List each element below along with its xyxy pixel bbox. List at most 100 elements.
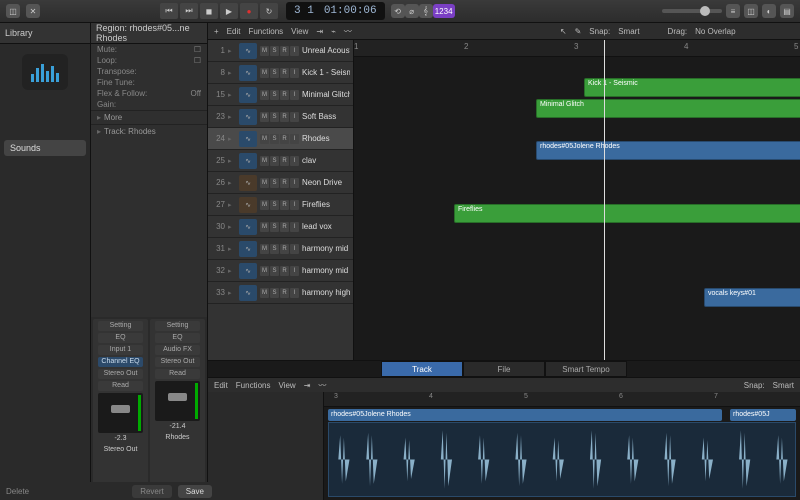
loops-icon[interactable]: ◐ — [762, 4, 776, 18]
editor-region-name[interactable]: rhodes#05Jolene Rhodes — [328, 409, 722, 421]
close-panel-icon[interactable]: ✕ — [26, 4, 40, 18]
solo-button[interactable]: S — [270, 266, 279, 276]
mute-button[interactable]: M — [260, 112, 269, 122]
region[interactable]: vocals keys#01 — [704, 288, 800, 307]
disclosure-icon[interactable]: ▸ — [228, 289, 236, 297]
patch-icon[interactable] — [22, 54, 68, 90]
browser-icon[interactable]: ▤ — [780, 4, 794, 18]
solo-button[interactable]: S — [270, 244, 279, 254]
audio-fx-slot[interactable]: Audio FX — [155, 345, 201, 355]
mute-button[interactable]: M — [260, 244, 269, 254]
stop-button[interactable]: ◼ — [200, 3, 218, 19]
eq-slot[interactable]: EQ — [98, 333, 144, 343]
solo-button[interactable]: S — [270, 90, 279, 100]
record-enable-button[interactable]: R — [280, 134, 289, 144]
mute-button[interactable]: M — [260, 90, 269, 100]
metronome-icon[interactable]: 1234 — [433, 4, 455, 18]
record-enable-button[interactable]: R — [280, 178, 289, 188]
track-name[interactable]: lead vox — [302, 222, 350, 231]
mute-button[interactable]: M — [260, 200, 269, 210]
solo-button[interactable]: S — [270, 134, 279, 144]
list-editors-icon[interactable]: ≡ — [726, 4, 740, 18]
track-icon[interactable]: ∿ — [239, 65, 257, 81]
flex-icon[interactable]: 〰 — [318, 380, 326, 391]
solo-button[interactable]: S — [270, 200, 279, 210]
solo-button[interactable]: S — [270, 288, 279, 298]
lcd-display[interactable]: 3 1 01:00:06 — [286, 2, 385, 20]
bar-ruler[interactable]: 12345 — [354, 40, 800, 57]
disclosure-icon[interactable]: ▸ — [228, 91, 236, 99]
mute-button[interactable]: M — [260, 156, 269, 166]
track-header[interactable]: 31 ▸ ∿ MSRI harmony mid — [208, 238, 353, 260]
mute-button[interactable]: M — [260, 68, 269, 78]
solo-button[interactable]: S — [270, 68, 279, 78]
track-icon[interactable]: ∿ — [239, 87, 257, 103]
editor-region-next[interactable]: rhodes#05J — [730, 409, 796, 421]
disclosure-icon[interactable]: ▸ — [228, 69, 236, 77]
track-header[interactable]: 27 ▸ ∿ MSRI Fireflies — [208, 194, 353, 216]
track-name[interactable]: harmony mid 2 — [302, 266, 350, 275]
input-monitor-button[interactable]: I — [290, 244, 299, 254]
rewind-button[interactable]: ⏮ — [160, 3, 178, 19]
mute-button[interactable]: M — [260, 46, 269, 56]
track-name[interactable]: clav — [302, 156, 350, 165]
track-name[interactable]: harmony mid — [302, 244, 350, 253]
sounds-tab[interactable]: Sounds — [4, 140, 86, 156]
setting-slot[interactable]: Setting — [155, 321, 201, 331]
track-header[interactable]: 32 ▸ ∿ MSRI harmony mid 2 — [208, 260, 353, 282]
track-icon[interactable]: ∿ — [239, 219, 257, 235]
disclosure-icon[interactable]: ▸ — [228, 245, 236, 253]
flex-value[interactable]: Off — [190, 89, 201, 98]
solo-button[interactable]: S — [270, 178, 279, 188]
track-header[interactable]: 30 ▸ ∿ MSRI lead vox — [208, 216, 353, 238]
region[interactable]: Kick 1 - Seismic — [584, 78, 800, 97]
output-slot[interactable]: Stereo Out — [98, 369, 144, 379]
flex-icon[interactable]: 〰 — [344, 26, 352, 37]
input-monitor-button[interactable]: I — [290, 200, 299, 210]
ed-snap-value[interactable]: Smart — [773, 381, 794, 390]
track-icon[interactable]: ∿ — [239, 241, 257, 257]
disclosure-icon[interactable]: ▸ — [228, 47, 236, 55]
solo-button[interactable]: S — [270, 222, 279, 232]
count-in-icon[interactable]: 𝄞 — [419, 4, 433, 18]
mute-button[interactable]: M — [260, 266, 269, 276]
ed-functions-menu[interactable]: Functions — [236, 381, 271, 390]
track-name[interactable]: harmony high — [302, 288, 350, 297]
fader[interactable] — [98, 393, 144, 433]
mute-button[interactable]: M — [260, 134, 269, 144]
disclosure-icon[interactable]: ▸ — [228, 113, 236, 121]
input-monitor-button[interactable]: I — [290, 156, 299, 166]
track-header[interactable]: 23 ▸ ∿ MSRI Soft Bass — [208, 106, 353, 128]
editor-ruler[interactable]: 34567 — [324, 392, 800, 407]
record-enable-button[interactable]: R — [280, 222, 289, 232]
forward-button[interactable]: ⏭ — [180, 3, 198, 19]
track-name[interactable]: Minimal Glitch — [302, 90, 350, 99]
track-name[interactable]: Unreal Acoustic — [302, 46, 350, 55]
track-icon[interactable]: ∿ — [239, 263, 257, 279]
catch-icon[interactable]: ⇥ — [304, 381, 311, 390]
track-header[interactable]: 8 ▸ ∿ MSRI Kick 1 - Seismic — [208, 62, 353, 84]
functions-menu[interactable]: Functions — [248, 27, 283, 36]
add-track-button[interactable]: + — [214, 27, 219, 36]
record-enable-button[interactable]: R — [280, 46, 289, 56]
automation-icon[interactable]: ⌁ — [331, 27, 336, 36]
track-header[interactable]: 25 ▸ ∿ MSRI clav — [208, 150, 353, 172]
track-icon[interactable]: ∿ — [239, 153, 257, 169]
input-monitor-button[interactable]: I — [290, 178, 299, 188]
setting-slot[interactable]: Setting — [98, 321, 144, 331]
disclosure-icon[interactable]: ▸ — [228, 223, 236, 231]
mute-button[interactable]: M — [260, 288, 269, 298]
track-header[interactable]: 15 ▸ ∿ MSRI Minimal Glitch — [208, 84, 353, 106]
region-inspector-header[interactable]: Region: rhodes#05...ne Rhodes — [91, 23, 207, 44]
input-monitor-button[interactable]: I — [290, 68, 299, 78]
snap-value[interactable]: Smart — [618, 27, 639, 36]
input-monitor-button[interactable]: I — [290, 112, 299, 122]
track-name[interactable]: Soft Bass — [302, 112, 350, 121]
more-disclosure[interactable]: More — [104, 113, 122, 122]
play-button[interactable]: ▶ — [220, 3, 238, 19]
record-enable-button[interactable]: R — [280, 68, 289, 78]
disclosure-icon[interactable]: ▸ — [228, 201, 236, 209]
ed-view-menu[interactable]: View — [278, 381, 295, 390]
track-name[interactable]: Neon Drive — [302, 178, 350, 187]
track-header[interactable]: 24 ▸ ∿ MSRI Rhodes — [208, 128, 353, 150]
